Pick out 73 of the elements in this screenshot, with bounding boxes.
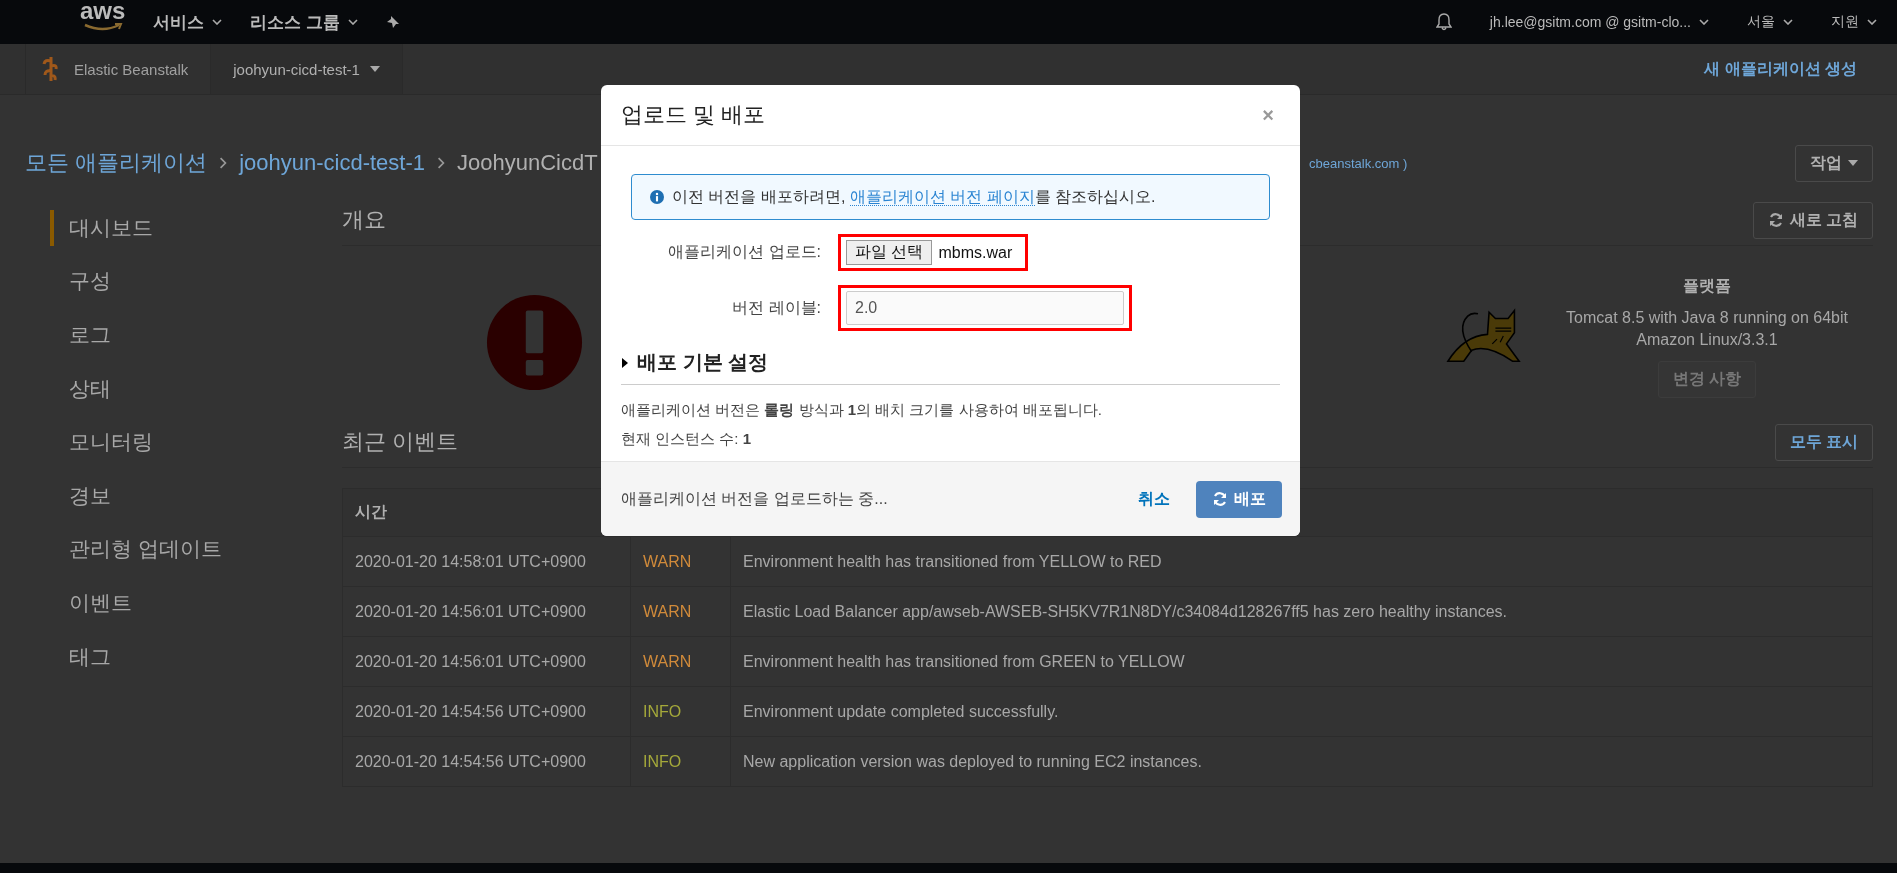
choose-file-button[interactable]: 파일 선택: [846, 240, 933, 265]
refresh-icon: [1212, 491, 1228, 507]
chevron-icon: [219, 157, 228, 169]
cancel-link[interactable]: 취소: [1138, 488, 1170, 510]
table-cell: 2020-01-20 14:56:01 UTC+0900: [342, 636, 631, 687]
nav-menu[interactable]: 리소스 그룹: [250, 10, 359, 34]
table-cell: Environment update completed successfully.: [730, 686, 1873, 737]
region-menu[interactable]: 서울: [1747, 13, 1793, 31]
create-application-link[interactable]: 새 애플리케이션 생성: [1704, 58, 1857, 80]
section-heading: 개요: [342, 206, 386, 234]
caret-icon: [1848, 160, 1858, 166]
support-menu[interactable]: 지원: [1831, 13, 1877, 31]
sidebar-item[interactable]: 로그: [50, 308, 111, 362]
field-label: 버전 레이블:: [731, 297, 821, 318]
sidebar-item[interactable]: 모니터링: [50, 415, 153, 469]
caret-icon: [1783, 19, 1793, 25]
settings-toggle[interactable]: 배포 기본 설정: [621, 349, 1280, 385]
environment-url[interactable]: cbeanstalk.com ): [1309, 155, 1408, 171]
sidebar-item[interactable]: 대시보드: [50, 209, 153, 246]
caret-icon: [1867, 19, 1877, 25]
deploy-note: 애플리케이션 버전은 롤링 방식과 1의 배치 크기를 사용하여 배포됩니다.: [621, 401, 1103, 420]
table-cell: WARN: [630, 636, 731, 687]
chevron-icon: [437, 157, 445, 169]
close-button[interactable]: ×: [1256, 102, 1280, 128]
breadcrumb-link[interactable]: joohyun-cicd-test-1: [239, 150, 425, 176]
caret-icon: [212, 19, 223, 25]
table-cell: 2020-01-20 14:56:01 UTC+0900: [342, 586, 631, 637]
nav-menu[interactable]: 서비스: [153, 10, 223, 34]
deploy-button[interactable]: 배포: [1196, 480, 1282, 518]
pin-icon[interactable]: [386, 15, 401, 29]
table-cell: 2020-01-20 14:58:01 UTC+0900: [342, 536, 631, 587]
sidebar-item[interactable]: 구성: [50, 254, 111, 309]
version-label-field[interactable]: 2.0: [846, 291, 1124, 325]
environment-title: JoohyunCicdT: [457, 150, 598, 175]
account-menu[interactable]: jh.lee@gsitm.com @ gsitm-clo...: [1489, 14, 1709, 30]
sprout-icon: [42, 56, 58, 82]
section-heading: 최근 이벤트: [342, 428, 459, 456]
show-all-button[interactable]: 모두 표시: [1774, 423, 1873, 461]
sidebar-item[interactable]: 태그: [50, 629, 111, 684]
bell-icon[interactable]: [1435, 13, 1452, 31]
table-cell: INFO: [630, 686, 731, 737]
table-cell: INFO: [630, 736, 731, 787]
platform-label: 플랫폼: [1683, 275, 1731, 296]
table-cell: New application version was deployed to running EC2 instances.: [730, 736, 1873, 787]
sidebar-item[interactable]: 상태: [50, 361, 111, 416]
error-icon: [486, 294, 583, 391]
platform-description: Tomcat 8.5 with Java 8 running on 64bit Amazon Linux/3.3.1: [1565, 307, 1849, 350]
actions-button[interactable]: 작업: [1795, 144, 1873, 182]
caret-icon: [1699, 19, 1709, 25]
info-text: 이전 버전을 배포하려면, 애플리케이션 버전 페이지를 참조하십시오.: [672, 186, 1156, 208]
caret-icon: [348, 19, 359, 25]
versions-page-link[interactable]: 애플리케이션 버전 페이지: [849, 187, 1035, 206]
caret-icon: [369, 66, 380, 72]
sidebar-item[interactable]: 이벤트: [50, 576, 132, 630]
table-cell: 2020-01-20 14:54:56 UTC+0900: [342, 686, 631, 737]
upload-status: 애플리케이션 버전을 업로드하는 중...: [621, 488, 888, 509]
section-title: 배포 기본 설정: [637, 350, 769, 375]
table-cell: 2020-01-20 14:54:56 UTC+0900: [342, 736, 631, 787]
table-cell: Environment health has transitioned from GREEN to YELLOW: [730, 636, 1873, 687]
table-cell: WARN: [630, 586, 731, 637]
sidebar-item[interactable]: 관리형 업데이트: [50, 522, 222, 577]
sidebar-item[interactable]: 경보: [50, 468, 111, 523]
service-link[interactable]: Elastic Beanstalk: [74, 60, 189, 78]
info-icon: [650, 190, 664, 204]
instance-count: 현재 인스턴스 수: 1: [621, 430, 752, 449]
refresh-button[interactable]: 새로 고침: [1752, 201, 1873, 239]
file-name: mbms.war: [938, 243, 1014, 262]
breadcrumb-link[interactable]: 모든 애플리케이션: [25, 148, 208, 178]
aws-logo[interactable]: aws: [80, 0, 126, 31]
table-cell: Elastic Load Balancer app/awseb-AWSEB-SH5KV7R1N8DY/c34084d128267ff5 has zero healthy instances.: [730, 586, 1873, 637]
refresh-icon: [1767, 212, 1784, 228]
field-label: 애플리케이션 업로드:: [667, 242, 821, 262]
dialog-title: 업로드 및 배포: [621, 101, 766, 129]
